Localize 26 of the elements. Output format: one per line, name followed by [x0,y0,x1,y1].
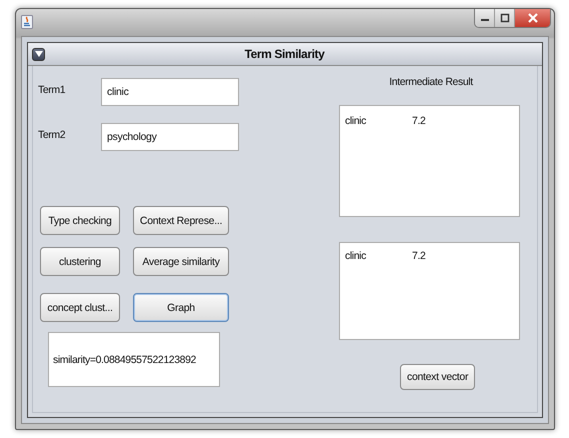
frame-title: Term Similarity [244,47,326,61]
list-term: clinic [345,250,367,262]
result-heading: Intermediate Result [388,76,474,88]
close-button[interactable] [515,9,550,27]
context-vector-button[interactable]: context vector [400,364,476,390]
term-field[interactable]: psychology [101,123,239,151]
list-term: clinic [345,115,367,127]
field-label: Term1 [38,83,66,96]
action-button[interactable]: Type checking [40,206,120,235]
list-value: 7.2 [412,115,426,127]
action-button[interactable]: clustering [40,247,120,276]
field-label: Term2 [38,128,66,141]
java-app-icon [21,15,33,29]
action-button[interactable]: Context Represe... [133,206,229,235]
maximize-icon [500,13,510,23]
triangle-down-icon [34,51,42,57]
action-button[interactable]: Average similarity [133,247,229,276]
term-field[interactable]: clinic [101,78,239,106]
similarity-text: similarity=0.08849557522123892 [53,354,196,366]
action-button[interactable]: concept clust... [40,293,120,322]
close-icon [526,13,538,23]
action-button[interactable]: Graph [133,293,229,322]
list-value: 7.2 [412,250,426,262]
maximize-button[interactable] [495,9,515,27]
minimize-button[interactable] [475,9,495,27]
frame-menu-button[interactable] [32,48,45,60]
